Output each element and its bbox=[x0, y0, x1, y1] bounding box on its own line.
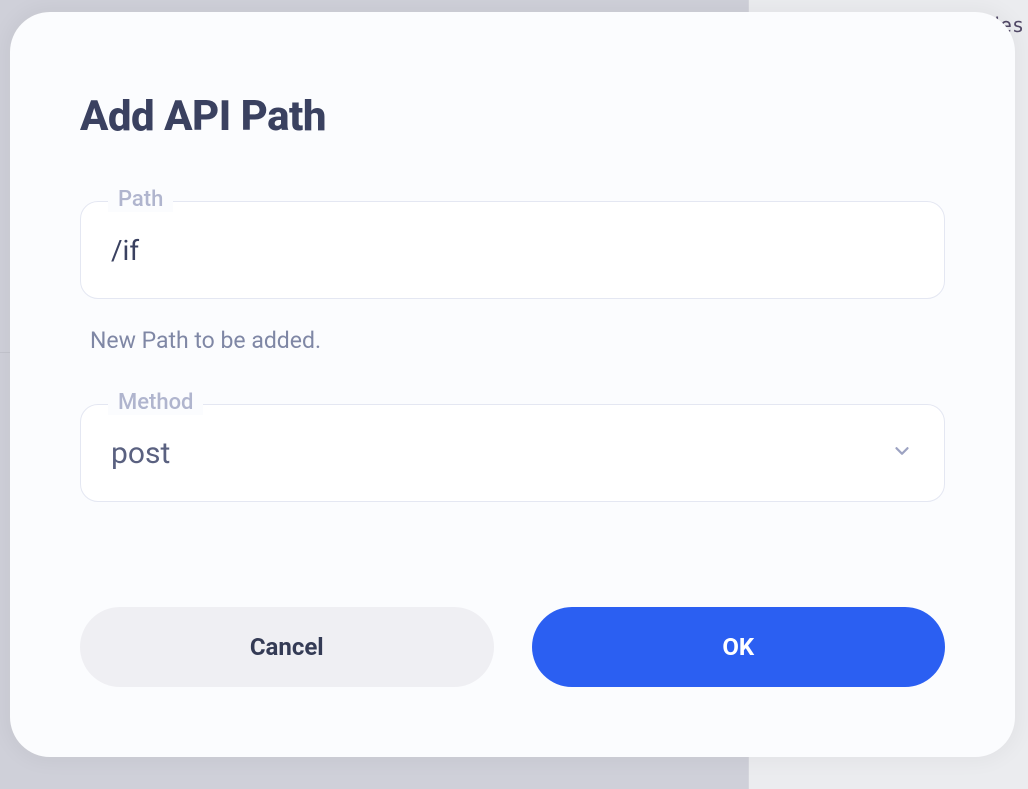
method-field-label: Method bbox=[108, 390, 203, 415]
path-field-group: Path bbox=[80, 201, 945, 299]
path-help-text: New Path to be added. bbox=[90, 327, 945, 354]
modal-button-row: Cancel OK bbox=[80, 607, 945, 687]
cancel-button[interactable]: Cancel bbox=[80, 607, 494, 687]
add-api-path-modal: Add API Path Path New Path to be added. … bbox=[10, 12, 1015, 757]
method-select[interactable]: post bbox=[80, 404, 945, 502]
ok-button[interactable]: OK bbox=[532, 607, 946, 687]
path-input[interactable] bbox=[80, 201, 945, 299]
modal-overlay: Add API Path Path New Path to be added. … bbox=[0, 0, 1028, 789]
method-field-group: Method post bbox=[80, 404, 945, 502]
path-field-label: Path bbox=[108, 187, 173, 212]
modal-title: Add API Path bbox=[80, 92, 945, 141]
